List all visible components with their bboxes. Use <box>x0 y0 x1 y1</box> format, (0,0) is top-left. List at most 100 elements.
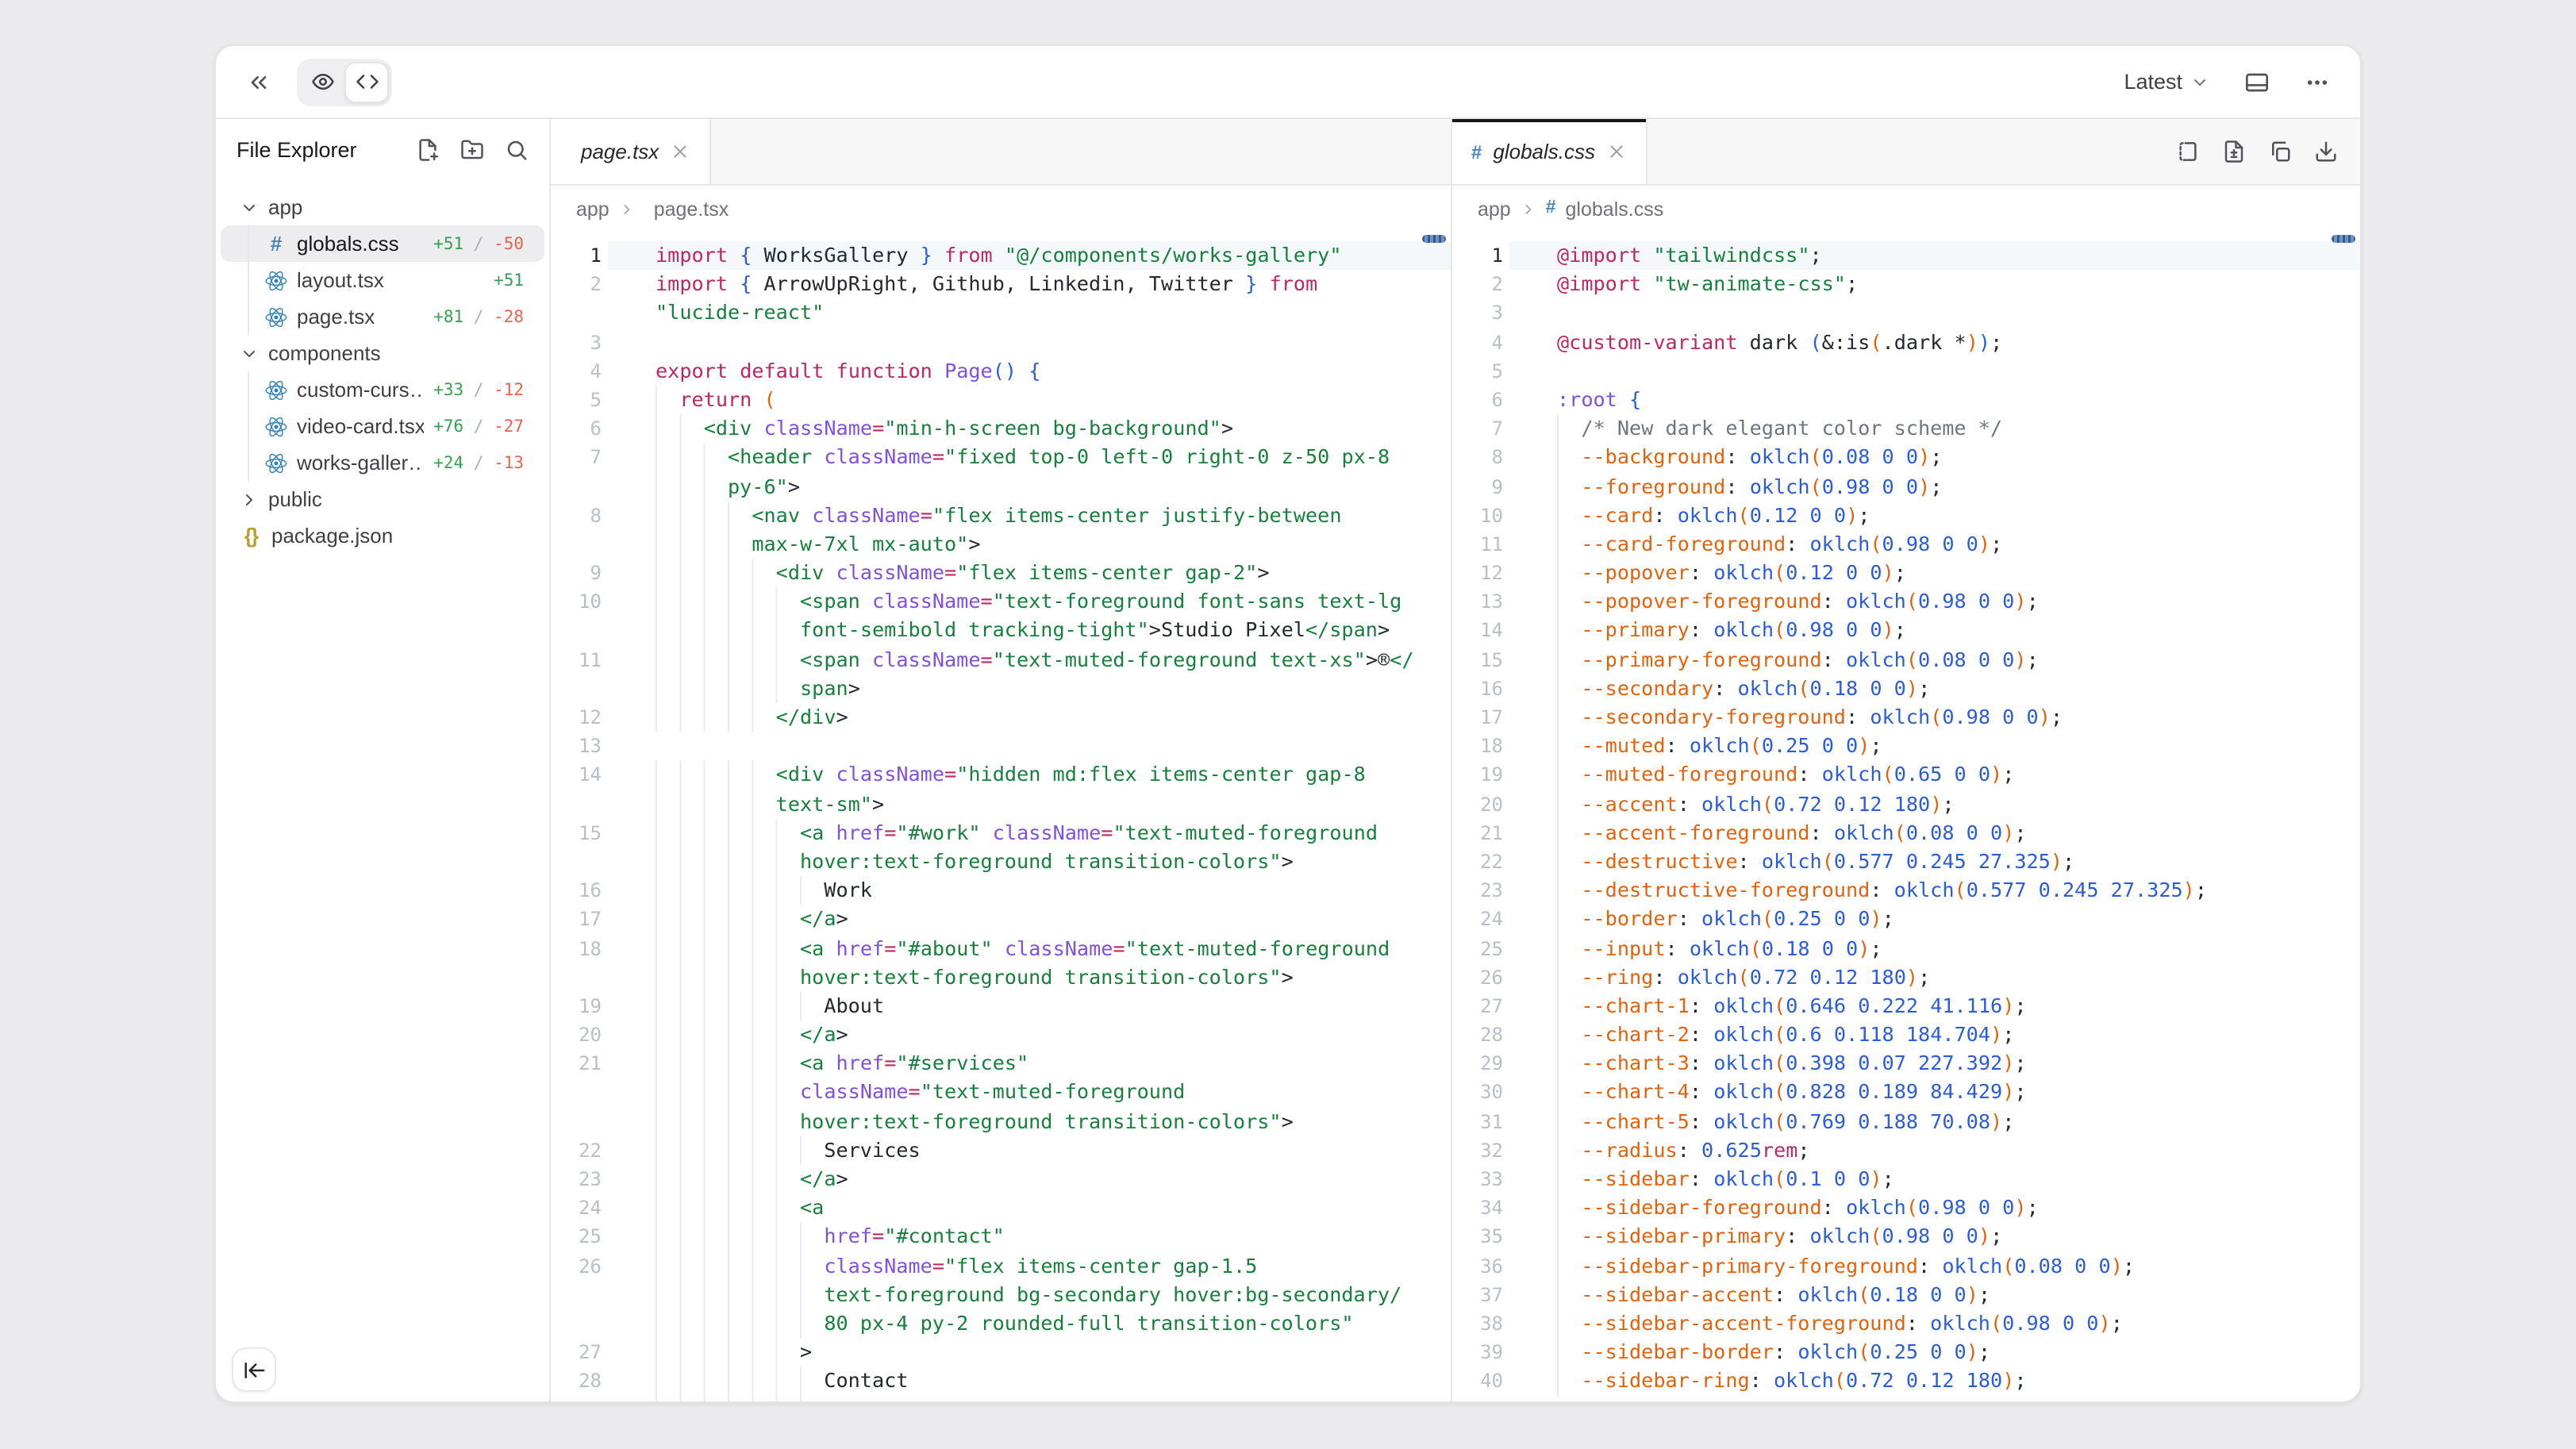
code-line: span> <box>551 675 1451 703</box>
line-number: 26 <box>1452 963 1509 991</box>
code-line: py-6"> <box>551 472 1451 501</box>
editor-pane-globals-css: # globals.css <box>1452 119 2360 1401</box>
code-toggle-button[interactable] <box>344 61 389 102</box>
breadcrumb-file[interactable]: globals.css <box>1566 198 1664 221</box>
line-number <box>551 617 608 645</box>
search-files-button[interactable] <box>505 137 529 161</box>
file-diff-button[interactable] <box>2222 140 2246 163</box>
file-name: public <box>268 487 322 511</box>
breadcrumb-file[interactable]: page.tsx <box>654 198 729 221</box>
tabstrip-spacer <box>1647 119 2176 184</box>
tree-item-video-card-tsx[interactable]: video-card.tsx+76 / -27 <box>221 408 544 444</box>
line-number: 41 <box>1452 1396 1509 1401</box>
line-number <box>551 530 608 559</box>
code-line: text-foreground bg-secondary hover:bg-se… <box>551 1281 1451 1309</box>
line-number: 19 <box>551 992 608 1020</box>
main-content: File Explorer app#globals.css+51 / -50la… <box>216 119 2360 1401</box>
tab-label: page.tsx <box>581 140 659 163</box>
tree-indent-guide <box>248 444 249 481</box>
line-number: 38 <box>1452 1309 1509 1338</box>
chevron-down-icon <box>2190 72 2209 91</box>
eye-icon <box>310 70 334 94</box>
new-file-button[interactable] <box>416 137 440 161</box>
line-number: 5 <box>551 386 608 414</box>
tree-indent-guide <box>248 408 249 444</box>
line-number: 1 <box>551 241 608 270</box>
line-number: 27 <box>1452 992 1509 1020</box>
close-tab-icon[interactable] <box>1606 141 1627 162</box>
preview-toggle-button[interactable] <box>300 61 344 102</box>
collapse-panel-button[interactable] <box>236 60 281 104</box>
code-line: 34 --sidebar-foreground: oklch(0.98 0 0)… <box>1452 1193 2360 1222</box>
code-line: 21 --accent-foreground: oklch(0.08 0 0); <box>1452 819 2360 847</box>
line-number: 25 <box>1452 934 1509 963</box>
open-in-window-button[interactable] <box>2235 60 2279 104</box>
close-tab-icon[interactable] <box>670 141 690 162</box>
ellipsis-icon <box>2305 69 2330 94</box>
line-number: 24 <box>551 1193 608 1222</box>
line-number: 6 <box>1452 386 1509 414</box>
hash-file-icon: # <box>265 233 287 255</box>
code-line: 3 <box>1452 299 2360 328</box>
code-line: 22 Services <box>551 1136 1451 1165</box>
code-line: 2@import "tw-animate-css"; <box>1452 270 2360 298</box>
copy-code-button[interactable] <box>2268 140 2292 163</box>
line-number <box>551 1309 608 1338</box>
tree-item-page-tsx[interactable]: page.tsx+81 / -28 <box>221 298 544 335</box>
line-number: 19 <box>1452 761 1509 790</box>
code-editor-page-tsx[interactable]: 1import { WorksGallery } from "@/compone… <box>551 233 1451 1401</box>
editor-pane-page-tsx: page.tsx app page.tsx 1import { WorksGal… <box>551 119 1452 1401</box>
code-line: 40 --sidebar-ring: oklch(0.72 0.12 180); <box>1452 1367 2360 1396</box>
version-dropdown[interactable]: Latest <box>2114 63 2219 100</box>
code-line: 26 --ring: oklch(0.72 0.12 180); <box>1452 963 2360 991</box>
file-explorer-header: File Explorer <box>216 119 549 179</box>
line-number <box>551 299 608 328</box>
code-line: 39 --sidebar-border: oklch(0.25 0 0); <box>1452 1338 2360 1366</box>
code-line: 13 --popover-foreground: oklch(0.98 0 0)… <box>1452 588 2360 617</box>
breadcrumb-app[interactable]: app <box>576 198 609 221</box>
code-line: hover:text-foreground transition-colors"… <box>551 963 1451 991</box>
collapse-sidebar-button[interactable] <box>232 1347 276 1392</box>
line-number: 16 <box>551 876 608 905</box>
tree-item-layout-tsx[interactable]: layout.tsx+51 <box>221 262 544 298</box>
line-number: 35 <box>1452 1223 1509 1251</box>
line-number: 7 <box>551 444 608 472</box>
line-number: 12 <box>1452 559 1509 587</box>
tree-item-works-galler-[interactable]: works-galler…+24 / -13 <box>221 444 544 481</box>
react-file-icon <box>265 306 287 328</box>
line-number: 12 <box>551 703 608 732</box>
tab-strip: # globals.css <box>1452 119 2360 186</box>
tree-item-package-json[interactable]: {}package.json <box>221 517 544 554</box>
download-button[interactable] <box>2314 140 2338 163</box>
tree-item-public[interactable]: public <box>221 481 544 517</box>
tab-globals-css[interactable]: # globals.css <box>1452 119 1647 184</box>
code-line: 13 <box>551 732 1451 760</box>
line-number: 17 <box>551 905 608 934</box>
code-line: max-w-7xl mx-auto"> <box>551 530 1451 559</box>
code-editor-globals-css[interactable]: 1@import "tailwindcss";2@import "tw-anim… <box>1452 233 2360 1401</box>
code-line: 19 About <box>551 992 1451 1020</box>
split-view-button[interactable] <box>2176 140 2200 163</box>
line-number: 14 <box>551 761 608 790</box>
code-line: 33 --sidebar: oklch(0.1 0 0); <box>1452 1165 2360 1193</box>
line-number: 27 <box>551 1338 608 1366</box>
diff-badge: +81 / -28 <box>433 307 544 326</box>
line-number: 3 <box>1452 299 1509 328</box>
file-name: components <box>268 341 381 365</box>
more-options-button[interactable] <box>2295 60 2340 104</box>
tree-item-app[interactable]: app <box>221 189 544 225</box>
line-number: 21 <box>551 1050 608 1078</box>
breadcrumb-app[interactable]: app <box>1478 198 1511 221</box>
file-name: custom-curs… <box>297 378 424 402</box>
tree-item-components[interactable]: components <box>221 335 544 371</box>
code-line: 9 <div className="flex items-center gap-… <box>551 559 1451 587</box>
code-line: 7 <header className="fixed top-0 left-0 … <box>551 444 1451 472</box>
code-line: 20 </a> <box>551 1020 1451 1049</box>
tree-item-globals-css[interactable]: #globals.css+51 / -50 <box>221 225 544 262</box>
new-folder-button[interactable] <box>460 137 484 161</box>
tree-indent-guide <box>248 225 249 262</box>
code-line: 24 <a <box>551 1193 1451 1222</box>
line-number: 30 <box>1452 1078 1509 1107</box>
tab-page-tsx[interactable]: page.tsx <box>551 119 711 184</box>
tree-item-custom-curs-[interactable]: custom-curs…+33 / -12 <box>221 371 544 408</box>
